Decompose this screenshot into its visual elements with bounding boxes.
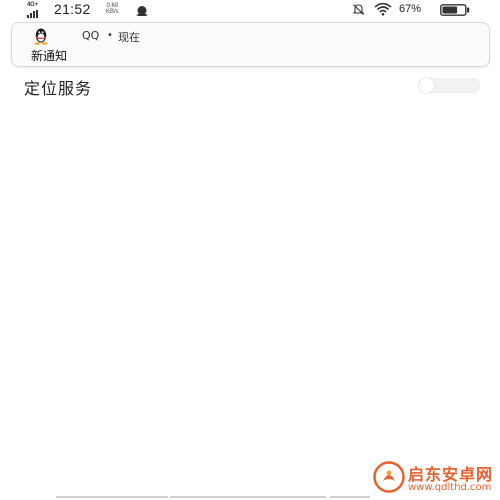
wifi-icon [374,3,392,16]
battery-percent: 67% [399,3,422,15]
status-bar: 4G+ 21:52 0.60 KB/s 67% [0,0,500,20]
nav-divider [330,496,370,498]
nav-divider [170,496,326,498]
notification-app-name: QQ [82,29,100,42]
location-service-row[interactable]: 定位服务 [0,70,500,100]
notification-separator: • [107,30,113,41]
signal-icon: 4G+ [27,2,49,18]
notification-card[interactable]: QQ • 现在 新通知 [11,22,490,67]
qq-penguin-icon [34,28,48,45]
watermark: 启东安卓网 www.qdlthd.com [373,459,498,497]
mute-icon [352,4,365,15]
nav-divider [56,496,168,498]
watermark-url: www.qdlthd.com [408,482,492,493]
location-service-toggle[interactable] [418,78,480,93]
location-service-label: 定位服务 [24,79,93,98]
battery-icon [440,4,470,16]
status-time: 21:52 [54,1,91,17]
network-type-label: 4G+ [27,2,38,8]
toggle-knob [419,78,434,93]
network-speed: 0.60 KB/s [106,3,119,15]
watermark-logo [373,461,405,493]
notification-message: 新通知 [31,49,68,63]
qq-status-icon [136,6,148,16]
notification-time: 现在 [118,31,140,44]
